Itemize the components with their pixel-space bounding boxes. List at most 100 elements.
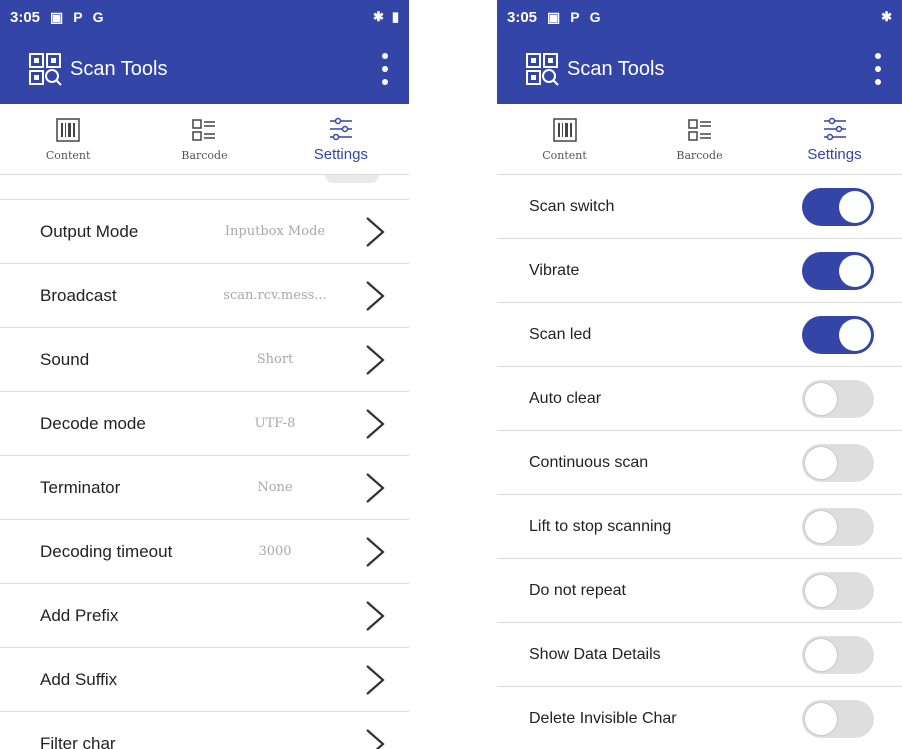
- toggle-switch[interactable]: [802, 315, 874, 354]
- settings-list: Output Mode Inputbox Mode Broadcast scan.rc…: [0, 200, 409, 749]
- list-icon: [192, 118, 216, 141]
- tab-barcode[interactable]: Barcode: [632, 104, 767, 174]
- setting-row[interactable]: Sound Short: [0, 328, 409, 392]
- setting-value: 3000: [258, 544, 292, 559]
- tab-content[interactable]: Content: [0, 104, 136, 174]
- left-screen: 3:05 ▣ P G ✱ ▮ Scan Tools Content Barcod…: [0, 0, 409, 749]
- toggle-row: Do not repeat: [497, 559, 902, 623]
- setting-row[interactable]: Filter char: [0, 712, 409, 749]
- chevron-right-icon: [366, 728, 385, 749]
- setting-label: Terminator: [40, 477, 121, 497]
- right-screen: 3:05 ▣ P G ✱ Scan Tools Content Barcode …: [497, 0, 902, 749]
- more-vert-icon[interactable]: [868, 49, 888, 89]
- list-icon: [687, 118, 711, 141]
- toggle-label: Vibrate: [529, 261, 580, 279]
- toggle-switch[interactable]: [802, 443, 874, 482]
- status-bar: 3:05 ▣ P G ✱: [497, 0, 902, 34]
- chevron-right-icon: [366, 280, 385, 311]
- toggle-settings-list: Scan switch Vibrate Scan led Auto clear Cont…: [497, 175, 902, 749]
- setting-row[interactable]: Broadcast scan.rcv.mess...: [0, 264, 409, 328]
- toggle-switch[interactable]: [802, 635, 874, 674]
- toggle-switch[interactable]: [802, 571, 874, 610]
- chevron-right-icon: [366, 408, 385, 439]
- toggle-row: Lift to stop scanning: [497, 495, 902, 559]
- g-icon: G: [589, 9, 601, 25]
- app-title: Scan Tools: [70, 57, 168, 80]
- status-bar: 3:05 ▣ P G ✱ ▮: [0, 0, 409, 34]
- setting-label: Decode mode: [40, 413, 146, 433]
- setting-label: Add Prefix: [40, 605, 119, 625]
- toggle-row: Delete Invisible Char: [497, 687, 902, 749]
- toggle-knob: [805, 638, 837, 671]
- setting-label: Broadcast: [40, 285, 117, 305]
- toggle-label: Show Data Details: [529, 645, 661, 663]
- tab-barcode[interactable]: Barcode: [136, 104, 272, 174]
- setting-row[interactable]: Add Prefix: [0, 584, 409, 648]
- tab-label: Content: [45, 148, 91, 162]
- parking-icon: P: [73, 9, 83, 25]
- setting-value: scan.rcv.mess...: [223, 288, 327, 303]
- app-bar: Scan Tools: [0, 34, 409, 104]
- scroll-indicator: [325, 175, 379, 183]
- toggle-label: Auto clear: [529, 389, 602, 407]
- chevron-right-icon: [366, 216, 385, 247]
- toggle-row: Continuous scan: [497, 431, 902, 495]
- status-time: 3:05: [10, 8, 41, 26]
- toggle-knob: [805, 510, 837, 543]
- setting-label: Output Mode: [40, 221, 139, 241]
- setting-value: Short: [256, 352, 294, 367]
- qr-scan-icon: [526, 53, 559, 86]
- setting-label: Decoding timeout: [40, 541, 173, 561]
- setting-row[interactable]: Add Suffix: [0, 648, 409, 712]
- setting-label: Filter char: [40, 733, 116, 749]
- tab-label: Barcode: [676, 148, 723, 162]
- toggle-switch[interactable]: [802, 187, 874, 226]
- toggle-row: Show Data Details: [497, 623, 902, 687]
- image-icon: ▣: [547, 8, 561, 25]
- toggle-row: Vibrate: [497, 239, 902, 303]
- setting-row[interactable]: Decode mode UTF-8: [0, 392, 409, 456]
- setting-value: None: [257, 480, 293, 495]
- toggle-knob: [805, 446, 837, 479]
- setting-label: Sound: [40, 349, 90, 369]
- toggle-label: Lift to stop scanning: [529, 517, 672, 535]
- tab-label: Settings: [313, 145, 368, 163]
- toggle-row: Scan switch: [497, 175, 902, 239]
- toggle-knob: [805, 382, 837, 415]
- status-time: 3:05: [507, 8, 538, 26]
- sliders-icon: [823, 117, 846, 140]
- toggle-knob: [805, 702, 837, 735]
- tab-content[interactable]: Content: [497, 104, 632, 174]
- image-icon: ▣: [50, 8, 64, 25]
- g-icon: G: [92, 9, 104, 25]
- setting-row[interactable]: Output Mode Inputbox Mode: [0, 200, 409, 264]
- chevron-right-icon: [366, 472, 385, 503]
- setting-row[interactable]: Terminator None: [0, 456, 409, 520]
- sliders-icon: [329, 117, 352, 140]
- toggle-switch[interactable]: [802, 379, 874, 418]
- toggle-knob: [839, 254, 871, 287]
- tab-label: Barcode: [181, 148, 228, 162]
- toggle-row: Scan led: [497, 303, 902, 367]
- chevron-right-icon: [366, 536, 385, 567]
- chevron-right-icon: [366, 664, 385, 695]
- toggle-switch[interactable]: [802, 699, 874, 738]
- toggle-label: Continuous scan: [529, 453, 649, 471]
- chevron-right-icon: [366, 344, 385, 375]
- toggle-label: Delete Invisible Char: [529, 709, 677, 727]
- battery-icon: ▮: [391, 9, 399, 24]
- setting-row[interactable]: Decoding timeout 3000: [0, 520, 409, 584]
- tab-label: Content: [542, 148, 587, 162]
- toggle-switch[interactable]: [802, 507, 874, 546]
- tab-bar: Content Barcode Settings: [497, 104, 902, 175]
- more-vert-icon[interactable]: [375, 49, 395, 89]
- toggle-row: Auto clear: [497, 367, 902, 431]
- chevron-right-icon: [366, 600, 385, 631]
- tab-settings[interactable]: Settings: [767, 104, 902, 174]
- toggle-knob: [805, 574, 837, 607]
- bluetooth-icon: ✱: [372, 9, 384, 24]
- toggle-switch[interactable]: [802, 251, 874, 290]
- toggle-label: Do not repeat: [529, 581, 626, 599]
- tab-settings[interactable]: Settings: [273, 104, 409, 174]
- tab-label: Settings: [807, 145, 862, 163]
